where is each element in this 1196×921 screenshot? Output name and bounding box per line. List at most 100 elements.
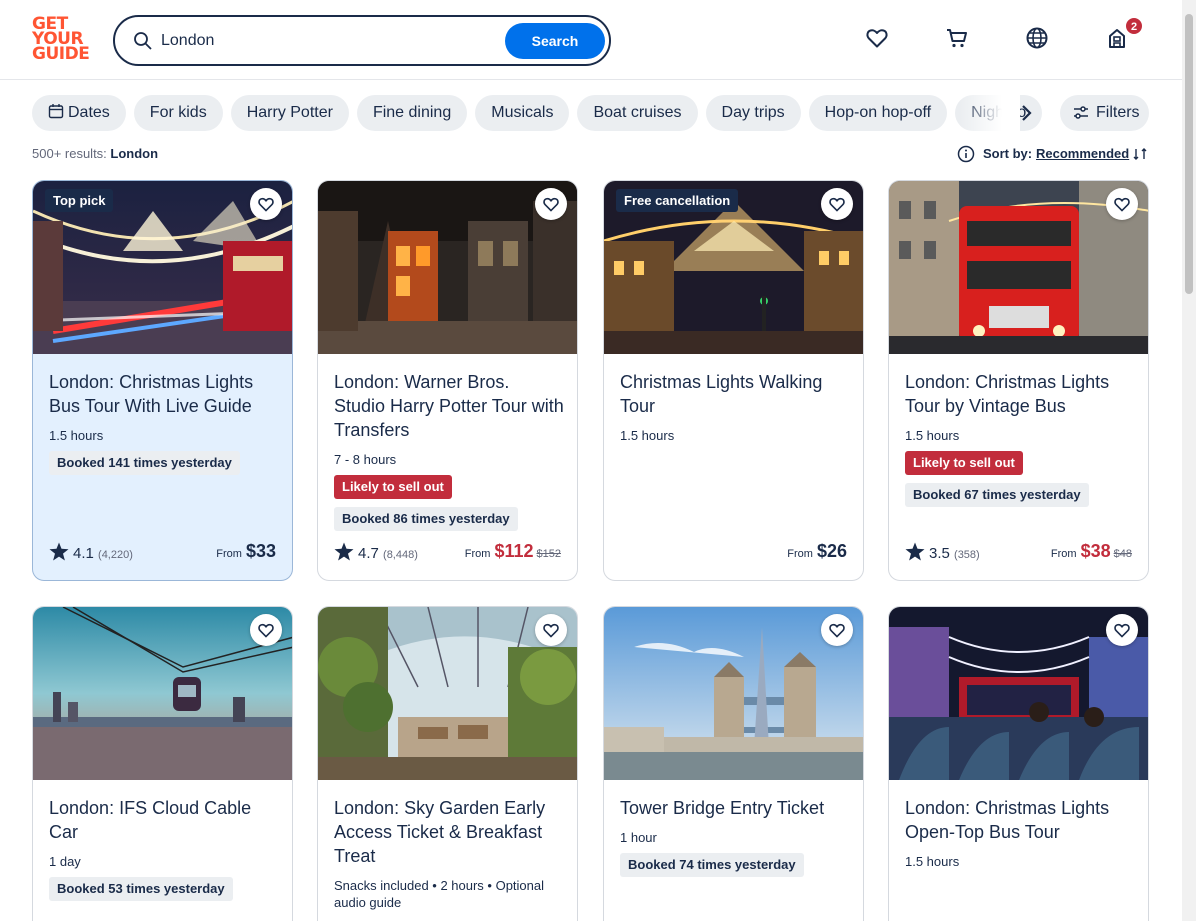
price-from: From	[787, 548, 813, 560]
scrollbar-thumb[interactable]	[1185, 14, 1193, 294]
activity-price: From $33	[216, 541, 276, 562]
wishlist-button[interactable]	[821, 614, 853, 646]
activity-duration: 1 day	[49, 854, 81, 869]
activity-title[interactable]: London: Christmas Lights Tour by Vintage…	[905, 370, 1135, 418]
activity-price: From $38 $48	[1051, 541, 1132, 562]
filters-label: Filters	[1096, 104, 1140, 121]
info-icon[interactable]	[957, 145, 975, 163]
booked-badge: Booked 67 times yesterday	[905, 483, 1089, 507]
wishlist-button[interactable]	[821, 188, 853, 220]
activity-card[interactable]: Top pick London: Christmas Lights Bus To…	[32, 180, 293, 581]
activity-card[interactable]: London: IFS Cloud Cable Car 1 day Booked…	[32, 606, 293, 921]
activity-card[interactable]: London: Sky Garden Early Access Ticket &…	[317, 606, 578, 921]
chips-fade	[960, 95, 1020, 131]
sort-value[interactable]: Recommended	[1036, 146, 1129, 161]
chip-day-trips[interactable]: Day trips	[705, 95, 801, 131]
activity-duration: 1.5 hours	[620, 428, 675, 443]
activity-title[interactable]: London: Christmas Lights Open-Top Bus To…	[905, 796, 1135, 844]
search-input[interactable]	[161, 25, 501, 57]
wishlist-button[interactable]	[1106, 614, 1138, 646]
activity-card[interactable]: Free cancellation Christmas Lights Walki…	[603, 180, 864, 581]
chevron-right-icon[interactable]	[1014, 101, 1038, 125]
globe-icon[interactable]	[1025, 26, 1049, 50]
activity-duration: 1 hour	[620, 830, 657, 845]
activity-rating: 3.5 (358)	[905, 542, 980, 562]
chip-boat-cruises[interactable]: Boat cruises	[577, 95, 698, 131]
price-from: From	[1050, 548, 1077, 560]
booked-badge: Booked 74 times yesterday	[620, 853, 804, 877]
activity-title[interactable]: London: Sky Garden Early Access Ticket &…	[334, 796, 564, 868]
price-from: From	[464, 548, 491, 560]
heart-icon	[829, 623, 845, 638]
price-from: From	[216, 548, 242, 560]
header: GET YOUR GUIDE Search 2	[0, 0, 1182, 80]
chip-harry-potter[interactable]: Harry Potter	[230, 95, 349, 131]
star-icon	[334, 542, 354, 561]
heart-icon	[829, 197, 845, 212]
heart-icon	[1114, 197, 1130, 212]
activity-rating: 4.1 (4,220)	[49, 542, 133, 562]
rating-value: 4.1	[73, 545, 94, 562]
booked-badge: Booked 53 times yesterday	[49, 877, 233, 901]
heart-icon	[258, 623, 274, 638]
wishlist-button[interactable]	[535, 188, 567, 220]
original-price: $48	[1113, 548, 1132, 560]
sort-arrows-icon[interactable]	[1132, 146, 1148, 162]
heart-icon	[258, 197, 274, 212]
activity-title[interactable]: London: Warner Bros. Studio Harry Potter…	[334, 370, 564, 442]
activity-price: From $26	[787, 541, 847, 562]
top-pick-tag: Top pick	[45, 189, 114, 212]
getyourguide-logo[interactable]: GET YOUR GUIDE	[32, 16, 92, 63]
wishlist-button[interactable]	[535, 614, 567, 646]
results-count-text: 500+ results:	[32, 146, 107, 161]
search-icon	[134, 32, 152, 50]
original-price: $152	[536, 548, 561, 560]
activity-price: From $112 $152	[465, 541, 561, 562]
activity-card[interactable]: Tower Bridge Entry Ticket 1 hour Booked …	[603, 606, 864, 921]
activity-title[interactable]: London: IFS Cloud Cable Car	[49, 796, 279, 844]
likely-to-sell-out-badge: Likely to sell out	[334, 475, 452, 499]
wishlist-button[interactable]	[250, 188, 282, 220]
chip-dates[interactable]: Dates	[32, 95, 126, 131]
cart-count-badge: 2	[1125, 17, 1143, 35]
booked-badge: Booked 141 times yesterday	[49, 451, 240, 475]
wishlist-button[interactable]	[1106, 188, 1138, 220]
price-value: $38	[1080, 541, 1111, 561]
star-icon	[49, 542, 69, 561]
activity-title[interactable]: Tower Bridge Entry Ticket	[620, 796, 850, 820]
page-scrollbar[interactable]	[1182, 0, 1196, 921]
activity-card[interactable]: London: Warner Bros. Studio Harry Potter…	[317, 180, 578, 581]
chip-label: Dates	[68, 104, 110, 121]
search-button[interactable]: Search	[505, 23, 605, 59]
review-count: (4,220)	[98, 549, 133, 561]
chip-for-kids[interactable]: For kids	[133, 95, 223, 131]
review-count: (358)	[954, 549, 980, 561]
booked-badge: Booked 86 times yesterday	[334, 507, 518, 531]
activity-title[interactable]: Christmas Lights Walking Tour	[620, 370, 850, 418]
activity-rating: 4.7 (8,448)	[334, 542, 418, 562]
star-icon	[905, 542, 925, 561]
cart-icon[interactable]	[945, 26, 969, 50]
heart-icon	[1114, 623, 1130, 638]
wishlist-button[interactable]	[250, 614, 282, 646]
chip-musicals[interactable]: Musicals	[475, 95, 570, 131]
chip-hop-on-hop-off[interactable]: Hop-on hop-off	[808, 95, 948, 131]
chip-fine-dining[interactable]: Fine dining	[356, 95, 468, 131]
activity-duration: 1.5 hours	[905, 428, 960, 443]
heart-icon[interactable]	[865, 26, 889, 50]
category-chips: Dates For kids Harry Potter Fine dining Musi…	[32, 95, 1062, 133]
activity-card[interactable]: London: Christmas Lights Open-Top Bus To…	[888, 606, 1149, 921]
free-cancellation-tag: Free cancellation	[616, 189, 739, 212]
likely-to-sell-out-badge: Likely to sell out	[905, 451, 1023, 475]
heart-icon	[543, 623, 559, 638]
filters-button[interactable]: Filters	[1060, 95, 1149, 131]
price-value: $33	[245, 541, 276, 561]
activity-duration: 7 - 8 hours	[334, 452, 397, 467]
activity-duration: 1.5 hours	[905, 854, 960, 869]
calendar-icon	[48, 104, 64, 119]
sliders-icon	[1074, 106, 1088, 119]
activity-details: Snacks included • 2 hours • Optional aud…	[334, 878, 544, 910]
price-value: $112	[494, 541, 534, 561]
activity-title[interactable]: London: Christmas Lights Bus Tour With L…	[49, 370, 279, 418]
activity-card[interactable]: London: Christmas Lights Tour by Vintage…	[888, 180, 1149, 581]
